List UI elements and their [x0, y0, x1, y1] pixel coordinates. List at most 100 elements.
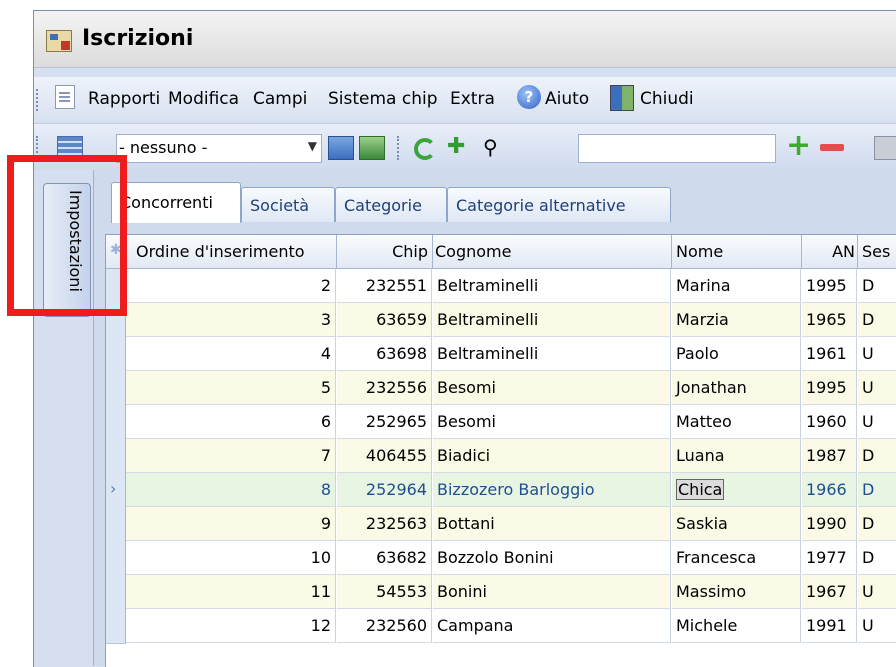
- row-indicator[interactable]: [106, 371, 126, 406]
- table-cell-ordine[interactable]: 7: [126, 439, 336, 473]
- table-cell-nome[interactable]: Jonathan: [672, 371, 801, 405]
- table-cell-an[interactable]: 1995: [802, 371, 857, 405]
- side-tab-impostazioni[interactable]: Impostazioni: [43, 183, 91, 317]
- table-cell-an[interactable]: 1960: [802, 405, 857, 439]
- table-cell-nome[interactable]: Paolo: [672, 337, 801, 371]
- remove-icon[interactable]: [820, 144, 844, 151]
- table-cell-sesso[interactable]: D: [858, 507, 896, 541]
- save-icon[interactable]: [874, 136, 896, 160]
- table-cell-sesso[interactable]: D: [858, 303, 896, 337]
- table-cell-nome[interactable]: Chica: [672, 473, 801, 507]
- table-cell-sesso[interactable]: U: [858, 337, 896, 371]
- table-cell-ordine[interactable]: 12: [126, 609, 336, 643]
- row-indicator[interactable]: [106, 439, 126, 474]
- row-indicator[interactable]: [106, 575, 126, 610]
- header-indicator[interactable]: ✱: [106, 235, 126, 269]
- menu-modifica[interactable]: Modifica: [168, 89, 239, 109]
- table-cell-nome[interactable]: Massimo: [672, 575, 801, 609]
- menubar-grip[interactable]: [36, 89, 42, 111]
- table-cell-chip[interactable]: 63698: [337, 337, 432, 371]
- table-cell-ordine[interactable]: 6: [126, 405, 336, 439]
- menu-rapporti[interactable]: Rapporti: [88, 89, 160, 109]
- table-cell-cognome[interactable]: Bizzozero Barloggio: [433, 473, 671, 507]
- row-indicator[interactable]: ›: [106, 473, 126, 508]
- table-cell-an[interactable]: 1987: [802, 439, 857, 473]
- table-cell-sesso[interactable]: D: [858, 541, 896, 575]
- help-icon[interactable]: ?: [517, 85, 541, 109]
- table-cell-an[interactable]: 1961: [802, 337, 857, 371]
- table-cell-chip[interactable]: 232563: [337, 507, 432, 541]
- table-cell-sesso[interactable]: U: [858, 609, 896, 643]
- table-cell-chip[interactable]: 232551: [337, 269, 432, 303]
- table-cell-an[interactable]: 1967: [802, 575, 857, 609]
- grid-layout-icon[interactable]: [57, 136, 83, 160]
- zoom-add-icon[interactable]: ✚: [447, 136, 471, 158]
- table-cell-nome[interactable]: Saskia: [672, 507, 801, 541]
- table-cell-cognome[interactable]: Bottani: [433, 507, 671, 541]
- table-cell-cognome[interactable]: Beltraminelli: [433, 303, 671, 337]
- column-header-ordine[interactable]: Ordine d'inserimento: [126, 235, 337, 269]
- table-cell-chip[interactable]: 232556: [337, 371, 432, 405]
- table-cell-ordine[interactable]: 11: [126, 575, 336, 609]
- table-cell-sesso[interactable]: U: [858, 405, 896, 439]
- table-cell-sesso[interactable]: D: [858, 439, 896, 473]
- table-cell-cognome[interactable]: Beltraminelli: [433, 269, 671, 303]
- table-cell-cognome[interactable]: Besomi: [433, 371, 671, 405]
- table-cell-an[interactable]: 1995: [802, 269, 857, 303]
- table-cell-chip[interactable]: 54553: [337, 575, 432, 609]
- row-indicator[interactable]: [106, 269, 126, 304]
- row-indicator[interactable]: [106, 303, 126, 338]
- table-cell-sesso[interactable]: D: [858, 269, 896, 303]
- binoculars-icon[interactable]: ⚲: [483, 136, 507, 158]
- table-cell-nome[interactable]: Marina: [672, 269, 801, 303]
- table-cell-nome[interactable]: Marzia: [672, 303, 801, 337]
- tab-concorrenti[interactable]: Concorrenti: [111, 182, 241, 223]
- row-indicator[interactable]: [106, 405, 126, 440]
- sheet-refresh-icon[interactable]: [359, 136, 385, 160]
- table-cell-chip[interactable]: 406455: [337, 439, 432, 473]
- active-cell-editor[interactable]: Chica: [676, 479, 725, 500]
- table-cell-an[interactable]: 1991: [802, 609, 857, 643]
- table-cell-nome[interactable]: Michele: [672, 609, 801, 643]
- exit-icon[interactable]: [610, 85, 634, 111]
- table-cell-ordine[interactable]: 8: [126, 473, 336, 507]
- table-cell-nome[interactable]: Matteo: [672, 405, 801, 439]
- table-cell-an[interactable]: 1990: [802, 507, 857, 541]
- column-header-cognome[interactable]: Cognome: [433, 235, 672, 269]
- menu-aiuto[interactable]: Aiuto: [545, 89, 589, 109]
- table-cell-chip[interactable]: 63659: [337, 303, 432, 337]
- search-input[interactable]: [578, 134, 776, 163]
- table-cell-cognome[interactable]: Beltraminelli: [433, 337, 671, 371]
- table-cell-ordine[interactable]: 9: [126, 507, 336, 541]
- table-cell-chip[interactable]: 232560: [337, 609, 432, 643]
- menu-extra[interactable]: Extra: [450, 89, 495, 109]
- table-cell-cognome[interactable]: Besomi: [433, 405, 671, 439]
- table-cell-cognome[interactable]: Campana: [433, 609, 671, 643]
- table-cell-nome[interactable]: Francesca: [672, 541, 801, 575]
- row-indicator[interactable]: [106, 337, 126, 372]
- table-cell-chip[interactable]: 63682: [337, 541, 432, 575]
- chevron-down-icon[interactable]: ▼: [308, 139, 317, 153]
- table-cell-sesso[interactable]: U: [858, 575, 896, 609]
- column-header-nome[interactable]: Nome: [672, 235, 802, 269]
- column-header-an[interactable]: AN: [802, 235, 858, 269]
- table-cell-chip[interactable]: 252964: [337, 473, 432, 507]
- table-cell-cognome[interactable]: Bozzolo Bonini: [433, 541, 671, 575]
- column-header-sesso[interactable]: Ses: [858, 235, 896, 269]
- toolbar-grip[interactable]: [36, 136, 42, 160]
- table-cell-nome[interactable]: Luana: [672, 439, 801, 473]
- column-header-chip[interactable]: Chip: [337, 235, 433, 269]
- row-indicator[interactable]: [106, 609, 126, 644]
- table-cell-ordine[interactable]: 4: [126, 337, 336, 371]
- table-cell-cognome[interactable]: Biadici: [433, 439, 671, 473]
- table-cell-sesso[interactable]: U: [858, 371, 896, 405]
- menu-campi[interactable]: Campi: [253, 89, 307, 109]
- tab-societa[interactable]: Società: [241, 187, 335, 222]
- menu-chiudi[interactable]: Chiudi: [640, 89, 694, 109]
- row-indicator[interactable]: [106, 507, 126, 542]
- filter-select[interactable]: - nessuno - ▼: [116, 134, 322, 163]
- table-cell-cognome[interactable]: Bonini: [433, 575, 671, 609]
- refresh-icon[interactable]: [414, 138, 436, 160]
- row-indicator[interactable]: [106, 541, 126, 576]
- add-icon[interactable]: +: [786, 131, 811, 161]
